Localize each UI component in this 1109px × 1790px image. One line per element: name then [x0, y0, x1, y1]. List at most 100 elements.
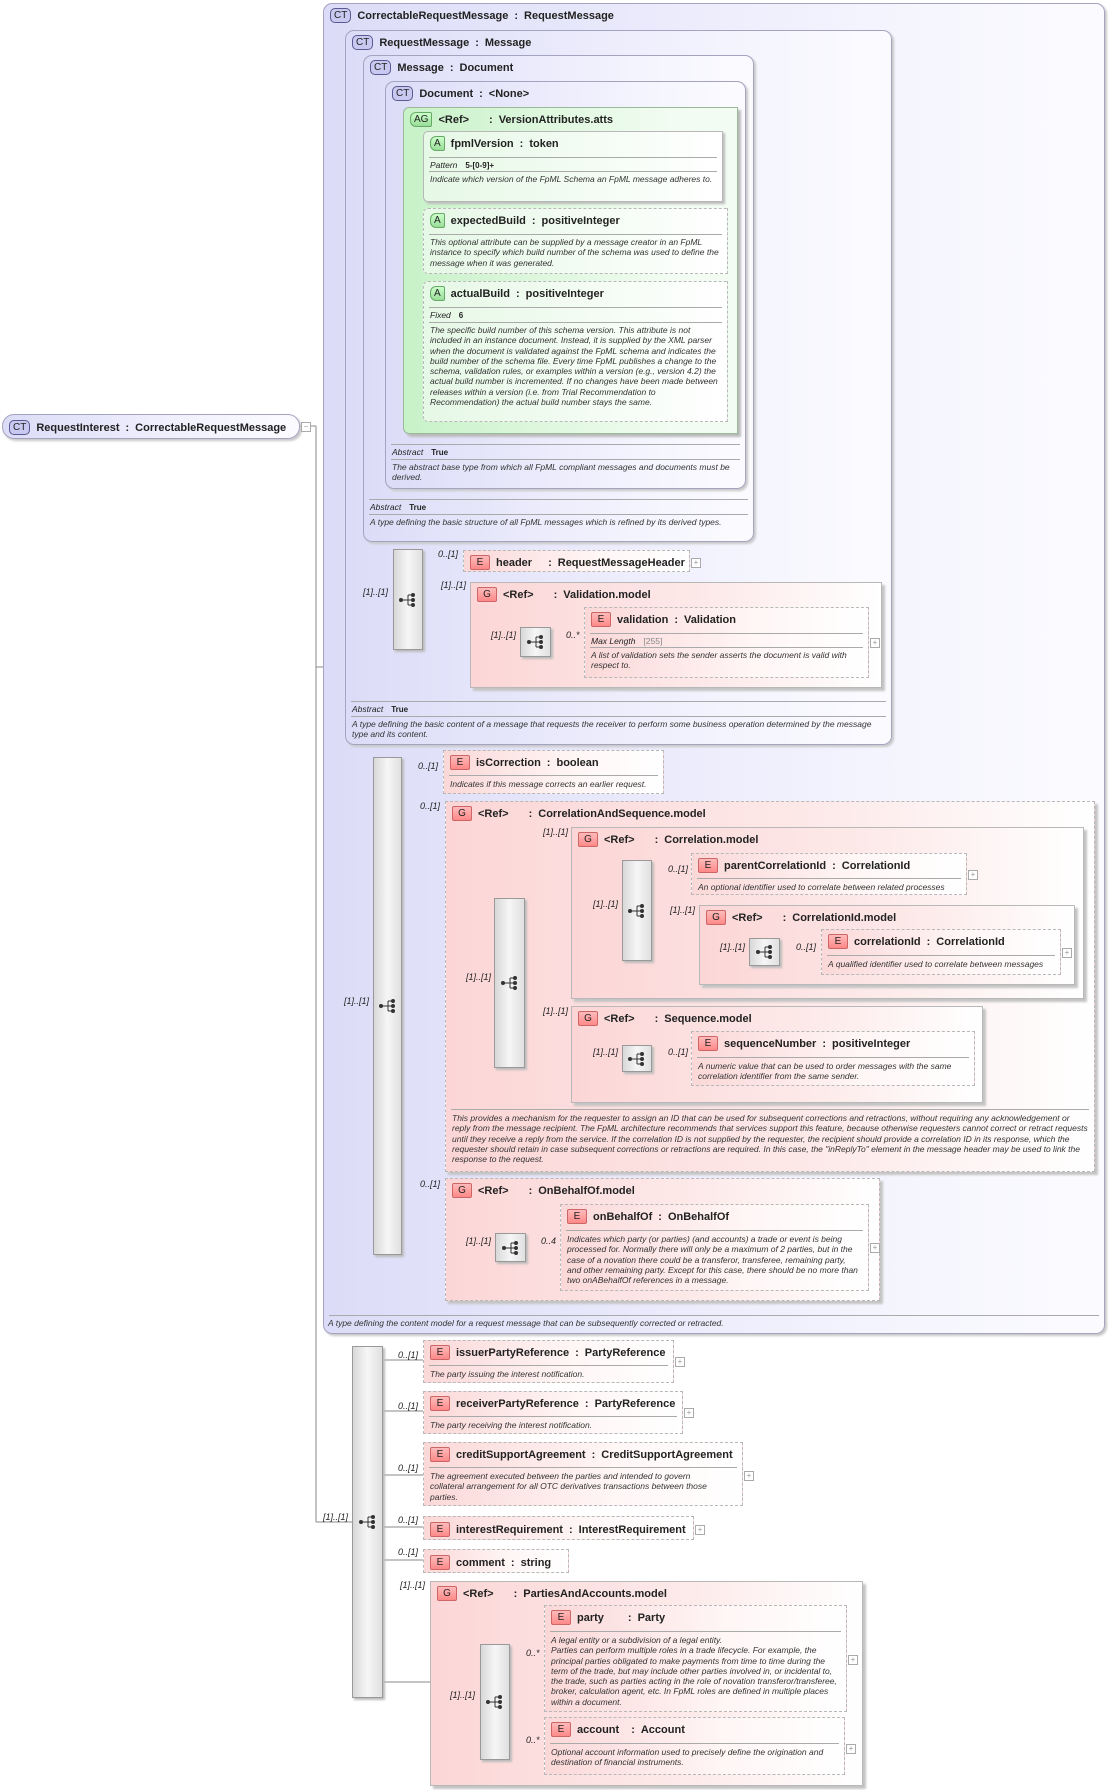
root-complex-type[interactable]: CT RequestInterest: CorrectableRequestMess…: [2, 414, 311, 439]
sequence-compositor[interactable]: [622, 860, 652, 961]
type-documentation: The abstract base type from which all Fp…: [392, 462, 730, 483]
sequence-icon: [628, 903, 644, 918]
multiplicity-label: [1]..[1]: [593, 899, 619, 909]
sequence-compositor[interactable]: [352, 1346, 383, 1698]
group-icon: G: [452, 1183, 472, 1198]
group-icon: G: [477, 587, 497, 602]
fixed-facet: Fixed 6: [430, 310, 464, 320]
element-type: CreditSupportAgreement: [601, 1448, 733, 1461]
multiplicity-label: [1]..[1]: [543, 827, 569, 837]
element-party[interactable]: Eparty: Party A legal entity or a subdivi…: [544, 1605, 858, 1712]
group-name: PartiesAndAccounts.model: [523, 1587, 667, 1600]
multiplicity-label: [1]..[1]: [491, 630, 517, 640]
attribute-actual-build[interactable]: AactualBuild: positiveInteger Fixed 6 The …: [423, 281, 728, 422]
element-type: CorrelationId: [936, 935, 1005, 948]
multiplicity-label: 0..[1]: [668, 864, 689, 874]
expand-toggle[interactable]: +: [968, 870, 978, 880]
max-length-facet: Max Length [255]: [591, 636, 663, 646]
element-credit-support-agreement[interactable]: EcreditSupportAgreement: CreditSupportAgr…: [423, 1442, 754, 1506]
group-icon: G: [437, 1586, 457, 1601]
element-header[interactable]: Eheader: RequestMessageHeader +: [463, 550, 701, 572]
expand-toggle[interactable]: +: [870, 638, 880, 648]
element-icon: E: [698, 1036, 718, 1051]
sequence-compositor[interactable]: [495, 1233, 526, 1262]
group-icon: G: [706, 910, 726, 925]
element-icon: E: [828, 934, 848, 949]
collapse-toggle[interactable]: −: [301, 422, 311, 432]
attribute-type: token: [529, 137, 559, 150]
expand-toggle[interactable]: +: [695, 1525, 705, 1535]
expand-toggle[interactable]: +: [675, 1357, 685, 1367]
expand-toggle[interactable]: +: [744, 1471, 754, 1481]
root-type: CorrectableRequestMessage: [135, 421, 287, 434]
expand-toggle[interactable]: +: [848, 1655, 858, 1665]
sequence-compositor[interactable]: [393, 549, 423, 650]
element-icon: E: [470, 555, 490, 570]
element-correlation-id[interactable]: EcorrelationId: CorrelationId A qualified…: [821, 929, 1072, 975]
element-account[interactable]: Eaccount: Account Optional account inform…: [544, 1717, 856, 1775]
element-type: string: [520, 1556, 552, 1569]
attribute-icon: A: [430, 286, 445, 301]
element-icon: E: [591, 612, 611, 627]
group-icon: G: [452, 806, 472, 821]
group-documentation: This provides a mechanism for the reques…: [452, 1113, 1088, 1165]
element-name: interestRequirement: [456, 1523, 563, 1536]
element-sequence-number[interactable]: EsequenceNumber: positiveInteger A numeri…: [691, 1031, 975, 1086]
ref-label: <Ref>: [438, 113, 470, 126]
element-receiver-party-reference[interactable]: EreceiverPartyReference: PartyReference T…: [423, 1391, 694, 1434]
element-comment[interactable]: Ecomment: string: [423, 1549, 569, 1573]
expand-toggle[interactable]: +: [1062, 948, 1072, 958]
type-name: Message: [397, 61, 444, 74]
multiplicity-label: 0..*: [526, 1648, 540, 1658]
sequence-compositor[interactable]: [494, 898, 525, 1068]
expand-toggle[interactable]: +: [684, 1408, 694, 1418]
expand-toggle[interactable]: +: [846, 1744, 856, 1754]
separator: :: [489, 113, 493, 126]
sequence-icon: [486, 1695, 502, 1709]
sequence-compositor[interactable]: [520, 627, 551, 657]
multiplicity-label: [1]..[1]: [441, 580, 467, 590]
attribute-documentation: Indicate which version of the FpML Schem…: [430, 174, 713, 184]
element-name: issuerPartyReference: [456, 1346, 570, 1359]
root-name: RequestInterest: [36, 421, 120, 434]
group-name: Correlation.model: [664, 833, 759, 846]
type-name: CorrectableRequestMessage: [357, 9, 509, 22]
attribute-fpml-version[interactable]: AfpmlVersion: token Pattern 5-[0-9]+ Indic…: [423, 131, 723, 202]
element-icon: E: [430, 1396, 450, 1411]
sequence-icon: [526, 635, 543, 649]
element-name: onBehalfOf: [593, 1210, 653, 1223]
element-parent-correlation-id[interactable]: EparentCorrelationId: CorrelationId An op…: [691, 853, 978, 895]
element-on-behalf-of[interactable]: EonBehalfOf: OnBehalfOf Indicates which p…: [560, 1204, 880, 1291]
attribute-icon: A: [430, 213, 445, 228]
multiplicity-label: [1]..[1]: [344, 996, 370, 1006]
multiplicity-label: [1]..[1]: [593, 1047, 619, 1057]
abstract-facet: Abstract True: [370, 502, 427, 512]
multiplicity-label: [1]..[1]: [400, 1580, 426, 1590]
sequence-compositor[interactable]: [373, 757, 402, 1255]
element-documentation: A numeric value that can be used to orde…: [698, 1061, 952, 1082]
complex-type-icon: CT: [9, 420, 31, 435]
element-validation[interactable]: Evalidation: Validation Max Length [255] A…: [584, 607, 880, 678]
base-type: <None>: [488, 87, 530, 100]
multiplicity-label: [1]..[1]: [543, 1006, 569, 1016]
element-type: Party: [637, 1611, 666, 1624]
attribute-expected-build[interactable]: AexpectedBuild: positiveInteger This opti…: [423, 208, 728, 274]
element-icon: E: [430, 1345, 450, 1360]
element-interest-requirement[interactable]: EinterestRequirement: InterestRequirement…: [423, 1516, 705, 1540]
element-type: PartyReference: [594, 1397, 676, 1410]
sequence-compositor[interactable]: [622, 1045, 652, 1072]
element-name: sequenceNumber: [724, 1037, 817, 1050]
sequence-compositor[interactable]: [480, 1644, 510, 1760]
sequence-icon: [399, 592, 415, 607]
expand-toggle[interactable]: +: [691, 558, 701, 568]
sequence-compositor[interactable]: [749, 938, 780, 966]
element-name: comment: [456, 1556, 505, 1569]
element-issuer-party-reference[interactable]: EissuerPartyReference: PartyReference The…: [423, 1340, 685, 1383]
expand-toggle[interactable]: +: [870, 1243, 880, 1253]
element-icon: E: [430, 1555, 450, 1570]
element-documentation: Indicates which party (or parties) (and …: [567, 1234, 858, 1286]
group-name: CorrelationId.model: [792, 911, 897, 924]
element-type: RequestMessageHeader: [557, 556, 685, 569]
multiplicity-label: 0..[1]: [796, 942, 817, 952]
element-is-correction[interactable]: EisCorrection: boolean Indicates if this …: [443, 750, 664, 794]
